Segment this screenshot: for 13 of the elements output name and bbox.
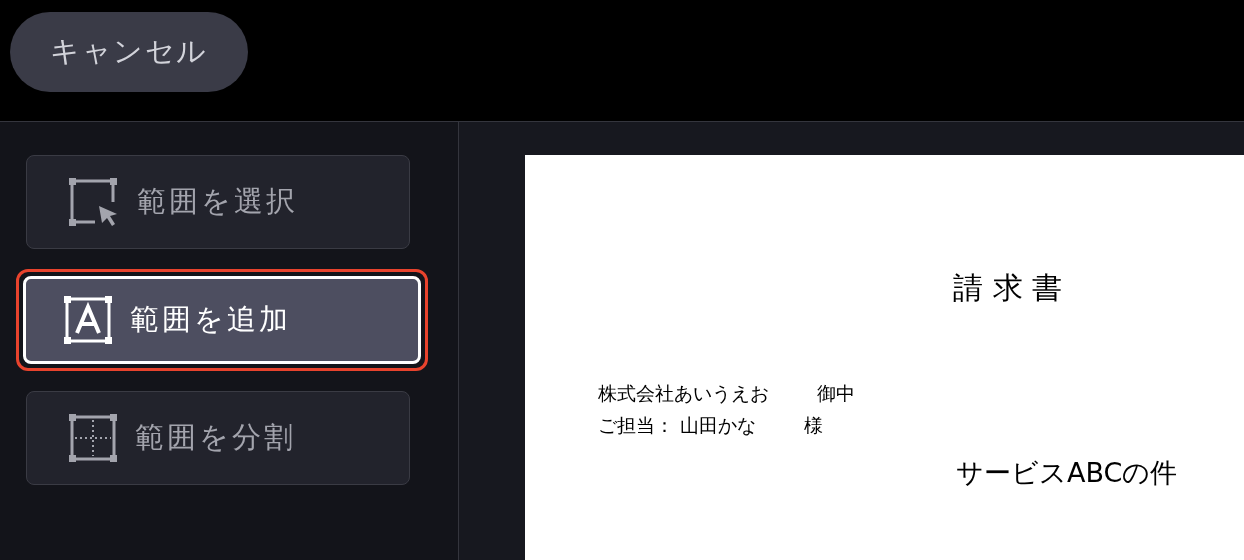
tool-button[interactable]: 範囲を分割 (26, 391, 410, 485)
text-frame-icon (64, 296, 112, 344)
honorific: 御中 (817, 381, 855, 406)
tool-button[interactable]: 範囲を選択 (26, 155, 410, 249)
tool-button[interactable]: 範囲を追加 (23, 276, 421, 364)
recipient-name: 株式会社あいうえお (598, 381, 769, 406)
honorific: 様 (804, 413, 824, 438)
selection-cursor-icon (69, 178, 119, 226)
cancel-button[interactable]: キャンセル (10, 12, 248, 92)
recipient-name: ご担当： 山田かな (598, 413, 757, 438)
split-frame-icon (69, 414, 117, 462)
document-title: 請 求 書 (953, 273, 1063, 303)
document-subject: サービスABCの件 (956, 456, 1178, 490)
